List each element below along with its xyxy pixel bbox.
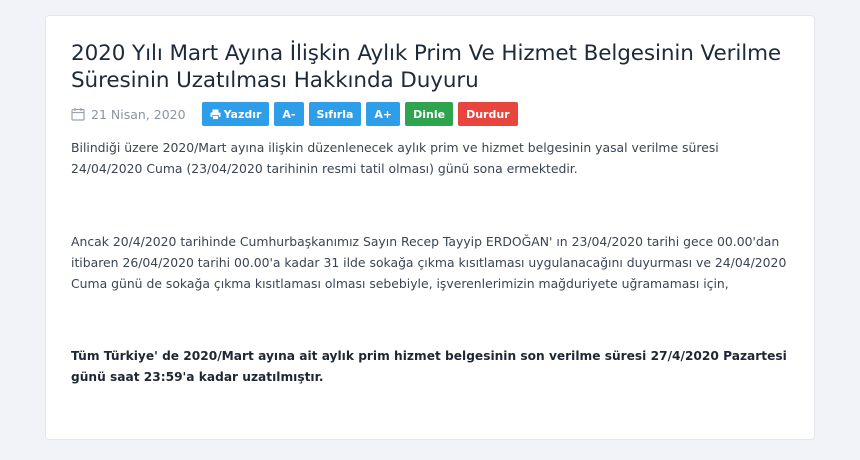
publish-date: 21 Nisan, 2020 [71,107,186,122]
listen-button[interactable]: Dinle [405,102,454,126]
article-card: 2020 Yılı Mart Ayına İlişkin Aylık Prim … [45,15,815,440]
reset-font-button[interactable]: Sıfırla [308,102,362,126]
print-button[interactable]: Yazdır [201,102,270,126]
stop-button[interactable]: Durdur [458,102,518,126]
increase-font-button[interactable]: A+ [366,102,401,126]
print-icon [210,109,221,120]
print-button-label: Yazdır [223,107,262,121]
article-meta: 21 Nisan, 2020 Yazdır A- Sıfırla A+ Dinl… [71,101,790,127]
calendar-icon [71,107,85,121]
publish-date-text: 21 Nisan, 2020 [91,106,186,122]
page-title: 2020 Yılı Mart Ayına İlişkin Aylık Prim … [71,41,782,93]
paragraph-1: Bilindiği üzere 2020/Mart ayına ilişkin … [71,140,719,176]
decrease-font-button[interactable]: A- [274,102,304,126]
paragraph-3-bold: Tüm Türkiye' de 2020/Mart ayına ait aylı… [71,349,787,384]
article-body: Bilindiği üzere 2020/Mart ayına ilişkin … [71,137,790,388]
paragraph-2: Ancak 20/4/2020 tarihinde Cumhurbaşkanım… [71,234,787,291]
